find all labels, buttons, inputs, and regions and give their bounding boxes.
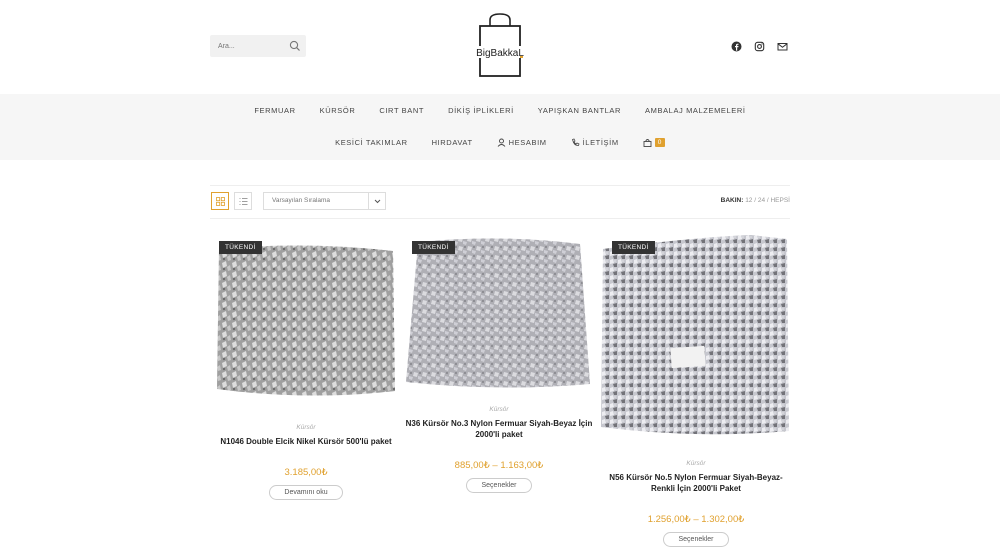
nav-item-iletisim[interactable]: İLETİŞİM bbox=[571, 137, 619, 147]
search-icon[interactable] bbox=[288, 39, 302, 53]
cart-icon bbox=[643, 138, 652, 147]
instagram-icon[interactable] bbox=[754, 39, 765, 52]
per-page-selector: BAKIN: 12 / 24 / HEPSİ bbox=[721, 197, 790, 204]
shop-toolbar: Varsayılan Sıralama BAKIN: 12 / 24 / HEP… bbox=[210, 185, 790, 219]
nav-item-yapiskan-bantlar[interactable]: YAPIŞKAN BANTLAR bbox=[538, 105, 621, 115]
out-of-stock-badge: TÜKENDİ bbox=[412, 241, 455, 254]
product-title[interactable]: N56 Kürsör No.5 Nylon Fermuar Siyah-Beya… bbox=[601, 472, 791, 494]
product-category[interactable]: Kürsör bbox=[211, 424, 401, 431]
nav-row-secondary: KESİCİ TAKIMLAR HIRDAVAT HESABIM İLETİŞİ… bbox=[0, 137, 1000, 147]
logo-text: BigBakkaL bbox=[476, 48, 524, 59]
nav-item-kesici-takimlar[interactable]: KESİCİ TAKIMLAR bbox=[335, 137, 408, 147]
product-price: 1.256,00₺ – 1.302,00₺ bbox=[647, 514, 745, 525]
list-icon bbox=[239, 197, 247, 205]
facebook-icon[interactable] bbox=[731, 39, 742, 52]
product-category[interactable]: Kürsör bbox=[601, 460, 791, 467]
product-image[interactable]: TÜKENDİ bbox=[601, 235, 791, 440]
main-navigation: FERMUAR KÜRSÖR CIRT BANT DİKİŞ İPLİKLERİ… bbox=[0, 94, 1000, 160]
search-input[interactable] bbox=[210, 35, 280, 58]
chevron-down-icon bbox=[368, 193, 385, 209]
product-price: 3.185,00₺ bbox=[284, 467, 328, 478]
grid-icon bbox=[215, 196, 225, 206]
product-price: 885,00₺ – 1.163,00₺ bbox=[454, 460, 544, 471]
nav-item-cirt-bant[interactable]: CIRT BANT bbox=[379, 105, 424, 115]
search-box bbox=[210, 35, 306, 58]
grid-view-button[interactable] bbox=[211, 192, 229, 210]
out-of-stock-badge: TÜKENDİ bbox=[219, 241, 262, 254]
product-card: TÜKENDİ Kürsör N36 Kürsör No.3 Nylon Fer… bbox=[404, 236, 594, 493]
cart-link[interactable]: 0 bbox=[643, 137, 665, 147]
out-of-stock-badge: TÜKENDİ bbox=[612, 241, 655, 254]
sort-select[interactable]: Varsayılan Sıralama bbox=[263, 192, 386, 210]
product-category[interactable]: Kürsör bbox=[404, 406, 594, 413]
nav-item-fermuar[interactable]: FERMUAR bbox=[254, 105, 295, 115]
read-more-button[interactable]: Devamını oku bbox=[269, 485, 343, 500]
product-image[interactable]: TÜKENDİ bbox=[404, 236, 594, 391]
site-logo[interactable]: BigBakkaL bbox=[466, 12, 534, 80]
phone-icon bbox=[571, 138, 580, 146]
nav-row-primary: FERMUAR KÜRSÖR CIRT BANT DİKİŞ İPLİKLERİ… bbox=[0, 105, 1000, 115]
nav-item-dikis-iplikleri[interactable]: DİKİŞ İPLİKLERİ bbox=[448, 105, 514, 115]
nav-item-hesabim[interactable]: HESABIM bbox=[497, 137, 547, 147]
product-title[interactable]: N1046 Double Elcik Nikel Kürsör 500'lü p… bbox=[211, 436, 401, 447]
social-links bbox=[731, 39, 788, 52]
nav-item-iletisim-label: İLETİŞİM bbox=[582, 137, 619, 147]
nav-item-hesabim-label: HESABIM bbox=[508, 137, 547, 147]
product-title[interactable]: N36 Kürsör No.3 Nylon Fermuar Siyah-Beya… bbox=[404, 418, 594, 440]
per-page-label: BAKIN: bbox=[720, 197, 744, 204]
mail-icon[interactable] bbox=[777, 39, 788, 51]
site-header: BigBakkaL bbox=[0, 0, 1000, 94]
product-image[interactable]: TÜKENDİ bbox=[211, 241, 401, 401]
per-page-options[interactable]: 12 / 24 / HEPSİ bbox=[745, 197, 790, 204]
product-card: TÜKENDİ Kürsör N1046 Double Elcik Nikel … bbox=[211, 241, 401, 500]
cart-count-badge: 0 bbox=[654, 137, 665, 147]
product-card: TÜKENDİ Kürsör N56 Kürsör No.5 Nylon Fer… bbox=[601, 235, 791, 547]
nav-item-kursor[interactable]: KÜRSÖR bbox=[320, 105, 356, 115]
nav-item-hirdavat[interactable]: HIRDAVAT bbox=[432, 137, 473, 147]
sort-select-value: Varsayılan Sıralama bbox=[272, 197, 331, 204]
options-button[interactable]: Seçenekler bbox=[466, 478, 532, 493]
nav-item-ambalaj-malzemeleri[interactable]: AMBALAJ MALZEMELERİ bbox=[645, 105, 746, 115]
list-view-button[interactable] bbox=[234, 192, 252, 210]
user-icon bbox=[497, 138, 505, 147]
